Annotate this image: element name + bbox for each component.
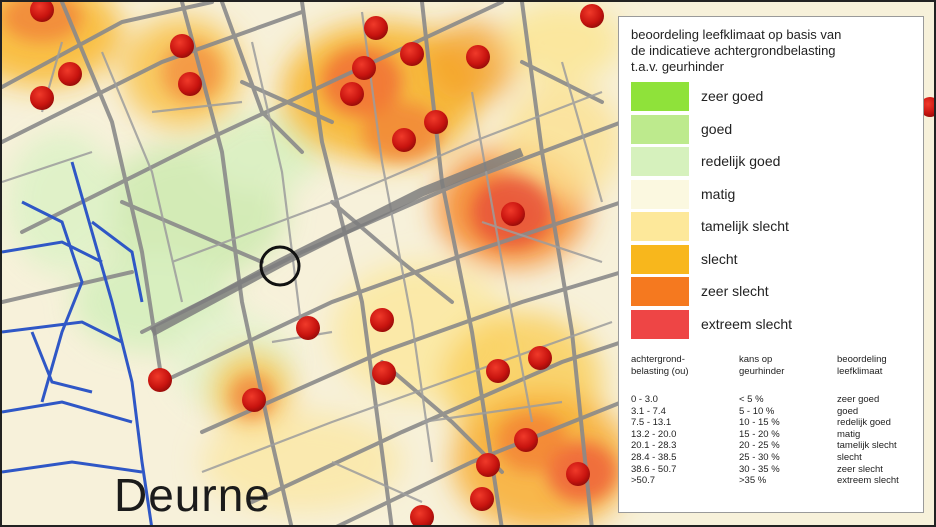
legend-table-cell: tamelijk slecht: [837, 440, 897, 452]
hotspot-marker[interactable]: [372, 361, 396, 385]
hotspot-marker[interactable]: [476, 453, 500, 477]
legend-class-label: tamelijk slecht: [701, 218, 789, 234]
hotspot-marker[interactable]: [470, 487, 494, 511]
legend-table-cell: >35 %: [739, 475, 767, 487]
legend-class-row: matig: [631, 179, 913, 212]
column-header-load: achtergrond- belasting (ou): [631, 354, 689, 377]
legend-table-cell: 20.1 - 28.3: [631, 440, 677, 452]
legend-class-row: slecht: [631, 244, 913, 277]
legend-class-label: slecht: [701, 250, 738, 267]
column-header-chance: kans op geurhinder: [739, 354, 785, 377]
legend-title-line: beoordeling leefklimaat op basis van: [631, 27, 842, 42]
legend-column-load: achtergrond- belasting (ou) 0 - 3.0 3.1 -…: [631, 354, 741, 487]
legend-title-line: t.a.v. geurhinder: [631, 59, 724, 74]
legend-title: beoordeling leefklimaat op basis van de …: [631, 27, 913, 75]
legend-class-label: extreem slecht: [701, 315, 793, 332]
legend-table-cell: slecht: [837, 451, 862, 463]
legend-swatch: [631, 82, 689, 111]
legend-swatch: [631, 244, 689, 274]
hotspot-marker[interactable]: [466, 45, 490, 69]
map-frame: Deurne beoordeling leefklimaat op basis …: [0, 0, 936, 527]
legend-class-label: zeer slecht: [701, 283, 769, 299]
hotspot-marker[interactable]: [58, 62, 82, 86]
legend-swatch: [631, 277, 689, 306]
legend-table-cell: 38.6 - 50.7: [631, 463, 677, 475]
column-values-chance: < 5 % 5 - 10 % 10 - 15 % 15 - 20 % 20 - 25 %…: [739, 394, 839, 487]
legend-table-cell: 3.1 - 7.4: [631, 405, 666, 417]
legend-table-cell: extreem slecht: [837, 475, 899, 487]
legend-table-cell: 0 - 3.0: [631, 394, 658, 405]
legend-swatch: [631, 147, 689, 176]
legend-swatch: [631, 179, 689, 209]
legend-table-cell: matig: [837, 428, 861, 440]
place-name-label: Deurne: [114, 469, 271, 521]
legend-class-label: redelijk goed: [701, 153, 781, 169]
legend-class-row: redelijk goed: [631, 146, 913, 179]
hotspot-marker[interactable]: [364, 16, 388, 40]
legend-swatch: [631, 212, 689, 241]
hotspot-marker[interactable]: [340, 82, 364, 106]
legend-swatch: [631, 114, 689, 144]
legend-class-row: extreem slecht: [631, 309, 913, 342]
hotspot-marker[interactable]: [170, 34, 194, 58]
hotspot-marker[interactable]: [296, 316, 320, 340]
hotspot-marker[interactable]: [528, 346, 552, 370]
legend-table-cell: 5 - 10 %: [739, 405, 775, 417]
legend-swatch: [631, 309, 689, 339]
hotspot-marker[interactable]: [370, 308, 394, 332]
legend-table-cell: zeer goed: [837, 394, 880, 405]
legend-table-cell: redelijk goed: [837, 417, 891, 429]
legend-class-label: matig: [701, 185, 736, 202]
hotspot-marker[interactable]: [486, 359, 510, 383]
legend-table-cell: 13.2 - 20.0: [631, 428, 677, 440]
legend-column-rating: beoordeling leefklimaat zeer goed goed red…: [837, 354, 923, 487]
column-header-rating: beoordeling leefklimaat: [837, 354, 887, 377]
legend-table-cell: 25 - 30 %: [739, 451, 780, 463]
legend-table-cell: 28.4 - 38.5: [631, 451, 677, 463]
hotspot-marker[interactable]: [501, 202, 525, 226]
column-values-rating: zeer goed goed redelijk goed matig tamelijk …: [837, 394, 923, 487]
hotspot-marker[interactable]: [566, 462, 590, 486]
legend-panel: beoordeling leefklimaat op basis van de …: [618, 16, 924, 513]
legend-table-cell: 7.5 - 13.1: [631, 417, 672, 429]
legend-table-cell: 20 - 25 %: [739, 440, 780, 452]
hotspot-marker[interactable]: [514, 428, 538, 452]
legend-table-cell: >50.7: [631, 475, 656, 487]
legend-table-cell: < 5 %: [739, 394, 764, 405]
hotspot-marker[interactable]: [400, 42, 424, 66]
legend-class-label: zeer goed: [701, 88, 764, 104]
legend-class-label: goed: [701, 120, 733, 137]
legend-class-row: goed: [631, 114, 913, 147]
hotspot-marker[interactable]: [392, 128, 416, 152]
hotspot-marker[interactable]: [580, 4, 604, 28]
legend-table-cell: 30 - 35 %: [739, 463, 780, 475]
legend-class-row: zeer slecht: [631, 276, 913, 309]
hotspot-marker[interactable]: [352, 56, 376, 80]
hotspot-marker[interactable]: [242, 388, 266, 412]
legend-class-row: zeer goed: [631, 81, 913, 114]
legend-classes: zeer goed goed redelijk goed matig tamelijk …: [631, 81, 913, 341]
legend-class-row: tamelijk slecht: [631, 211, 913, 244]
column-values-load: 0 - 3.0 3.1 - 7.4 7.5 - 13.1 13.2 - 20.0 20.…: [631, 394, 741, 487]
legend-table-cell: zeer slecht: [837, 463, 883, 475]
hotspot-marker[interactable]: [148, 368, 172, 392]
hotspot-marker[interactable]: [30, 86, 54, 110]
legend-column-chance: kans op geurhinder < 5 % 5 - 10 % 10 - 15 …: [739, 354, 839, 487]
legend-title-line: de indicatieve achtergrondbelasting: [631, 43, 836, 58]
hotspot-marker[interactable]: [424, 110, 448, 134]
legend-table-cell: goed: [837, 405, 859, 417]
legend-table-cell: 15 - 20 %: [739, 428, 780, 440]
legend-table-cell: 10 - 15 %: [739, 417, 780, 429]
hotspot-marker[interactable]: [178, 72, 202, 96]
